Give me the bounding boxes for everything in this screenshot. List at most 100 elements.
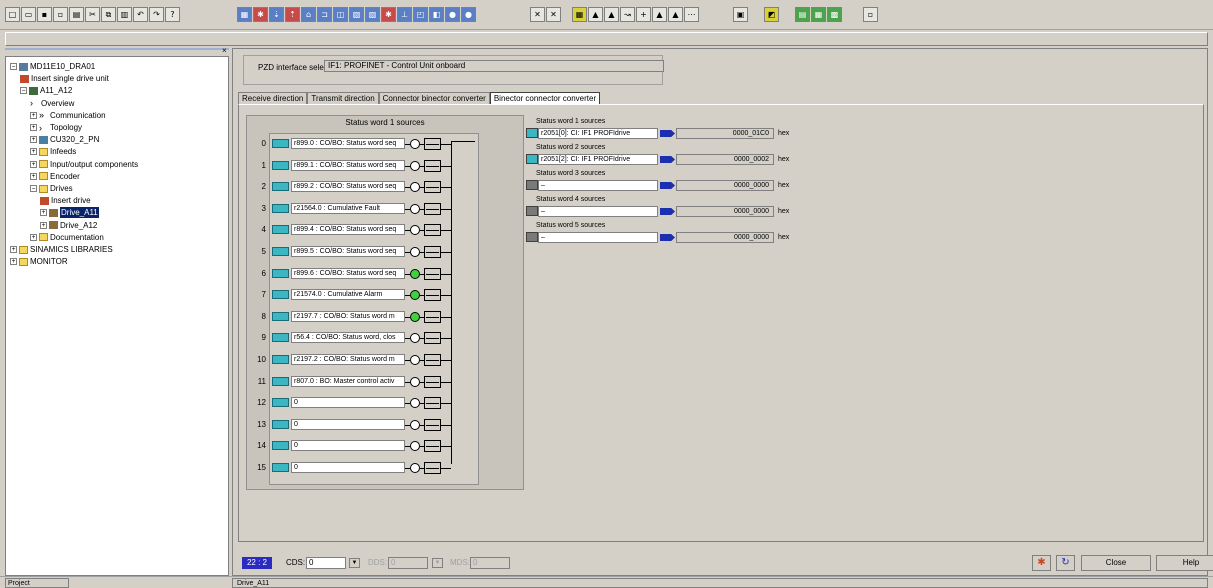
connector-select-icon[interactable] xyxy=(272,225,289,235)
project-view-icon[interactable]: ▲ xyxy=(588,7,603,22)
help-context-icon[interactable]: ? xyxy=(165,7,180,22)
hardware-config-icon[interactable]: ▦ xyxy=(811,7,826,22)
expand-icon[interactable]: + xyxy=(30,148,37,156)
delete-icon[interactable]: ✕ xyxy=(530,7,545,22)
tree-item[interactable]: + CU320_2_PN xyxy=(30,134,99,145)
restore-factory-icon[interactable]: ✱ xyxy=(381,7,396,22)
add-icon[interactable]: + xyxy=(636,7,651,22)
invert-box-icon[interactable] xyxy=(424,246,441,258)
download-icon[interactable]: ⇣ xyxy=(269,7,284,22)
connector-select-icon[interactable] xyxy=(272,203,289,213)
invert-box-icon[interactable] xyxy=(424,289,441,302)
connector-select-icon[interactable] xyxy=(272,333,289,343)
collapse-icon[interactable]: − xyxy=(10,63,17,70)
tree-item[interactable]: Insert single drive unit xyxy=(20,73,109,84)
bit-source-field[interactable]: r807.0 : BO: Master control activ xyxy=(291,375,405,387)
measurement-icon[interactable]: ◰ xyxy=(413,7,428,22)
invert-box-icon[interactable] xyxy=(424,462,441,474)
bit-source-field[interactable]: r899.5 : CO/BO: Status word seq xyxy=(291,246,405,257)
settings-icon[interactable]: ⋯ xyxy=(684,7,699,22)
tools-icon[interactable]: ▲ xyxy=(652,7,667,22)
function-generator-icon[interactable]: ◧ xyxy=(429,7,444,22)
save-as-icon[interactable]: ▫ xyxy=(53,7,68,22)
bit-source-field[interactable]: r899.2 : CO/BO: Status word seq xyxy=(291,181,405,193)
bit-source-field[interactable]: 0 xyxy=(291,440,405,452)
save-icon[interactable]: ▪ xyxy=(37,7,52,22)
symbol-icon[interactable]: ◩ xyxy=(764,7,779,22)
view-icon[interactable]: ▦ xyxy=(572,7,587,22)
invert-box-icon[interactable] xyxy=(424,310,441,323)
connector-select-icon[interactable] xyxy=(272,160,289,170)
source-select-icon[interactable] xyxy=(526,180,538,190)
source-select-icon[interactable] xyxy=(526,154,538,164)
upload-icon[interactable]: ⇡ xyxy=(285,7,300,22)
invert-box-icon[interactable] xyxy=(424,397,441,410)
tree-item[interactable]: − A11_A12 xyxy=(20,85,72,96)
tree-item[interactable]: + MONITOR xyxy=(10,256,68,267)
connector-select-icon[interactable] xyxy=(272,376,289,386)
source-field[interactable]: r2051[2]: CI: IF1 PROFIdrive xyxy=(538,154,658,165)
bit-source-field[interactable]: r899.6 : CO/BO: Status word seq xyxy=(291,267,405,279)
tree-item[interactable]: + SINAMICS LIBRARIES xyxy=(10,244,113,255)
options-icon[interactable]: ▲ xyxy=(668,7,683,22)
tree-item[interactable]: › Overview xyxy=(30,98,74,109)
connector-select-icon[interactable] xyxy=(272,247,289,256)
invert-box-icon[interactable] xyxy=(424,202,441,215)
expand-icon[interactable]: + xyxy=(30,160,37,168)
bit-source-field[interactable]: r21564.0 : Cumulative Fault xyxy=(291,202,405,214)
control-panel-icon[interactable]: ⊥ xyxy=(397,7,412,22)
collapse-icon[interactable]: − xyxy=(30,185,37,192)
print-icon[interactable]: ▤ xyxy=(69,7,84,22)
redo-icon[interactable]: ↷ xyxy=(149,7,164,22)
window-icon[interactable]: ▣ xyxy=(733,7,748,22)
tree-item[interactable]: − Drives xyxy=(30,183,73,194)
connector-select-icon[interactable] xyxy=(272,419,289,429)
connector-select-icon[interactable] xyxy=(272,355,289,364)
network-view-icon[interactable]: ▤ xyxy=(795,7,810,22)
invert-box-icon[interactable] xyxy=(424,138,441,150)
expand-icon[interactable]: + xyxy=(30,124,37,131)
cds-select[interactable]: 0 xyxy=(306,557,346,569)
bit-source-field[interactable]: 0 xyxy=(291,397,405,409)
accessible-nodes-icon[interactable]: ▦ xyxy=(237,7,252,22)
source-field[interactable]: r2051[0]: CI: IF1 PROFIdrive xyxy=(538,128,658,139)
invert-box-icon[interactable] xyxy=(424,332,441,345)
invert-box-icon[interactable] xyxy=(424,440,441,453)
close-button[interactable]: Close xyxy=(1081,555,1151,571)
stop-icon[interactable]: ● xyxy=(445,7,460,22)
connector-select-icon[interactable] xyxy=(272,311,289,321)
bit-source-field[interactable]: r2197.7 : CO/BO: Status word m xyxy=(291,310,405,322)
trace-icon[interactable]: ▨ xyxy=(365,7,380,22)
tab-transmit-direction[interactable]: Transmit direction xyxy=(307,92,379,104)
source-select-icon[interactable] xyxy=(526,128,538,138)
device-config-icon[interactable]: ◫ xyxy=(333,7,348,22)
tree-item[interactable]: +» Communication xyxy=(30,110,106,121)
invert-box-icon[interactable] xyxy=(424,375,441,388)
expand-icon[interactable]: + xyxy=(10,258,17,266)
tree-item[interactable]: + › Topology xyxy=(30,122,82,133)
source-field[interactable]: – xyxy=(538,180,658,191)
copy-ram-rom-icon[interactable]: ⊐ xyxy=(317,7,332,22)
bit-source-field[interactable]: r899.4 : CO/BO: Status word seq xyxy=(291,224,405,236)
expand-icon[interactable]: + xyxy=(30,111,37,119)
source-select-icon[interactable] xyxy=(526,206,538,216)
tree-item[interactable]: Insert drive xyxy=(40,195,91,206)
compare-icon[interactable]: ⌂ xyxy=(301,7,316,22)
link-icon[interactable]: ↝ xyxy=(620,7,635,22)
chevron-down-icon[interactable]: ▼ xyxy=(349,558,360,568)
bit-source-field[interactable]: r21574.0 : Cumulative Alarm xyxy=(291,289,405,301)
connector-select-icon[interactable] xyxy=(272,463,289,472)
expand-icon[interactable]: + xyxy=(30,136,37,144)
expand-icon[interactable]: + xyxy=(40,221,47,229)
source-select-icon[interactable] xyxy=(526,232,538,242)
invert-box-icon[interactable] xyxy=(424,159,441,172)
open-project-icon[interactable]: ▭ xyxy=(21,7,36,22)
connector-select-icon[interactable] xyxy=(272,290,289,300)
tree-item[interactable]: + Drive_A11 xyxy=(40,207,99,219)
tree-item[interactable]: + Drive_A12 xyxy=(40,220,97,231)
bit-source-field[interactable]: 0 xyxy=(291,462,405,473)
expand-icon[interactable]: + xyxy=(30,233,37,241)
source-field[interactable]: – xyxy=(538,232,658,243)
paste-icon[interactable]: ▥ xyxy=(117,7,132,22)
connector-select-icon[interactable] xyxy=(272,268,289,278)
